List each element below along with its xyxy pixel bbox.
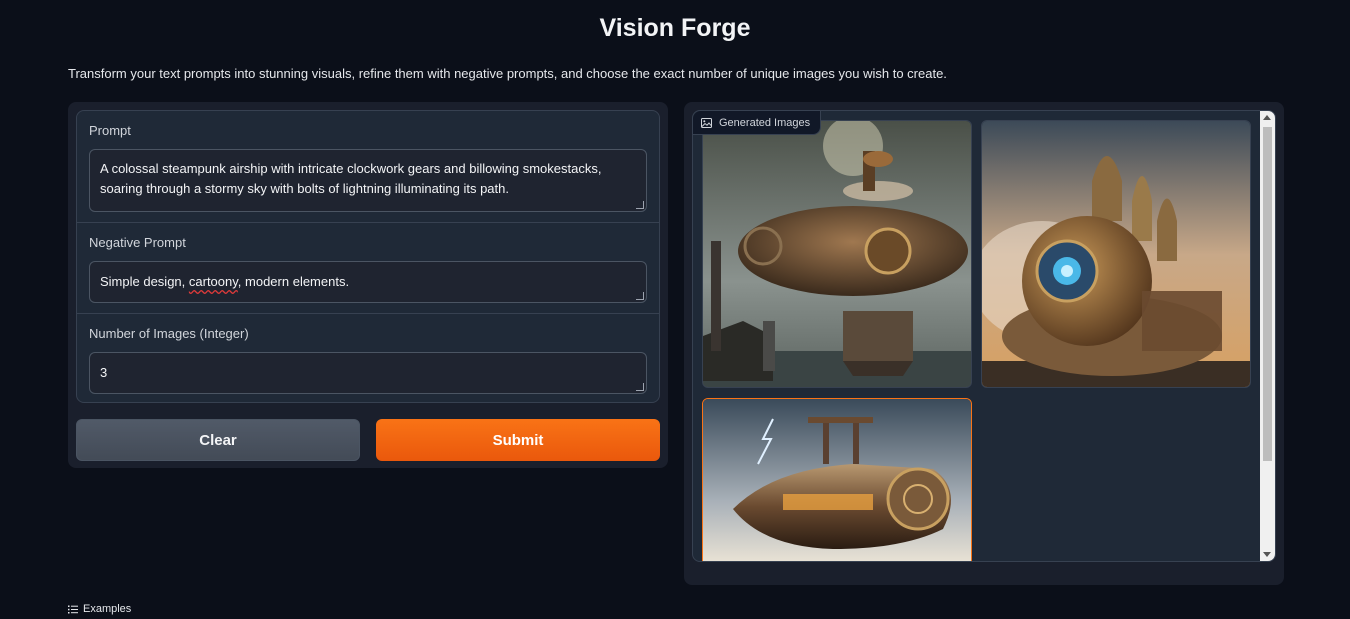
steampunk-ship-image xyxy=(982,121,1250,387)
misspelled-word: cartoony xyxy=(188,274,238,289)
clear-button[interactable]: Clear xyxy=(76,419,360,461)
negative-prompt-label: Negative Prompt xyxy=(89,235,186,250)
scroll-up-icon[interactable] xyxy=(1263,115,1271,120)
input-panel: Prompt A colossal steampunk airship with… xyxy=(68,102,668,468)
input-form: Prompt A colossal steampunk airship with… xyxy=(76,110,660,403)
negative-prompt-text: Simple design, xyxy=(100,274,189,289)
list-icon xyxy=(68,605,78,613)
negative-prompt-text-end: , modern elements. xyxy=(237,274,350,289)
image-icon xyxy=(701,117,712,128)
scroll-thumb[interactable] xyxy=(1263,127,1272,461)
prompt-label: Prompt xyxy=(89,123,131,138)
output-panel: Generated Images xyxy=(684,102,1284,585)
generated-image-2[interactable] xyxy=(981,120,1251,388)
image-count-field: Number of Images (Integer) 3 xyxy=(77,313,659,404)
image-count-input[interactable]: 3 xyxy=(89,352,647,394)
gallery-label: Generated Images xyxy=(693,111,822,135)
scroll-down-icon[interactable] xyxy=(1263,552,1271,557)
image-gallery: Generated Images xyxy=(692,110,1276,562)
page-description: Transform your text prompts into stunnin… xyxy=(68,66,947,81)
resize-handle-icon[interactable] xyxy=(636,383,644,391)
examples-label: Examples xyxy=(83,603,132,615)
negative-prompt-textarea[interactable]: Simple design, cartoony, modern elements… xyxy=(89,261,647,303)
gallery-label-text: Generated Images xyxy=(719,116,811,129)
generated-image-1[interactable] xyxy=(702,120,972,388)
examples-toggle[interactable]: Examples xyxy=(68,603,131,615)
image-count-label: Number of Images (Integer) xyxy=(89,326,249,341)
page-title: Vision Forge xyxy=(599,14,751,42)
steampunk-zeppelin-image xyxy=(703,399,971,561)
resize-handle-icon[interactable] xyxy=(636,201,644,209)
negative-prompt-field: Negative Prompt Simple design, cartoony,… xyxy=(77,222,659,313)
prompt-text-line2: soaring through a stormy sky with bolts … xyxy=(100,181,509,196)
prompt-text-line1: A colossal steampunk airship with intric… xyxy=(100,161,602,176)
resize-handle-icon[interactable] xyxy=(636,292,644,300)
prompt-field: Prompt A colossal steampunk airship with… xyxy=(77,111,659,222)
gallery-scrollbar[interactable] xyxy=(1260,111,1275,561)
prompt-textarea[interactable]: A colossal steampunk airship with intric… xyxy=(89,149,647,212)
submit-button[interactable]: Submit xyxy=(376,419,660,461)
image-count-value: 3 xyxy=(100,365,108,380)
steampunk-airship-image xyxy=(703,121,971,387)
generated-image-3[interactable] xyxy=(702,398,972,561)
